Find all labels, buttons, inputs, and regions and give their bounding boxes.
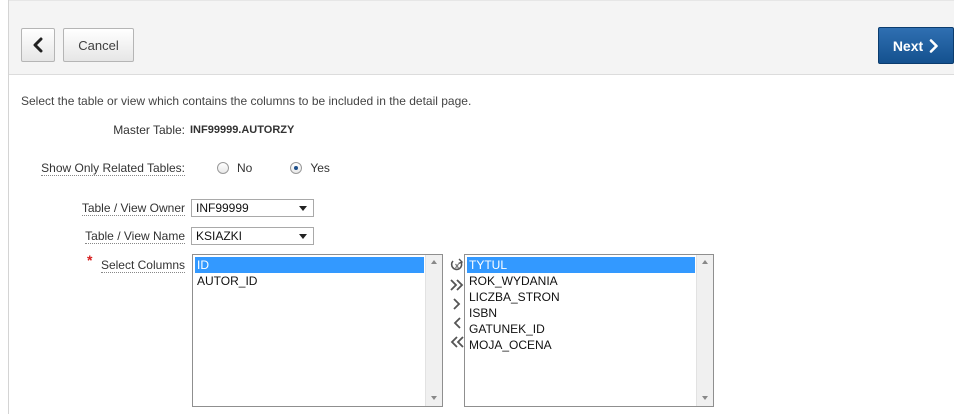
scroll-up-icon[interactable] — [431, 260, 437, 264]
radio-no-circle[interactable] — [217, 162, 229, 174]
selected-columns-list[interactable]: TYTUL ROK_WYDANIA LICZBA_STRON ISBN GATU… — [464, 254, 714, 407]
required-indicator: * — [87, 252, 93, 268]
master-table-value: INF99999.AUTORZY — [190, 124, 295, 136]
radio-no-label: No — [237, 161, 253, 175]
name-select[interactable]: KSIAZKI — [191, 227, 314, 245]
move-right-icon — [453, 297, 461, 310]
intro-text: Select the table or view which contains … — [21, 94, 472, 108]
radio-yes-circle[interactable] — [290, 162, 303, 174]
scroll-down-icon[interactable] — [702, 396, 708, 400]
list-item[interactable]: ROK_WYDANIA — [467, 273, 695, 289]
reset-icon — [450, 258, 464, 270]
available-columns-list[interactable]: ID AUTOR_ID — [192, 254, 443, 407]
chevron-left-icon — [33, 37, 43, 53]
wizard-header: Cancel Next — [9, 0, 954, 75]
scroll-down-icon[interactable] — [431, 396, 437, 400]
list-item[interactable]: TYTUL — [467, 257, 695, 273]
related-tables-radio-group: No Yes — [217, 161, 330, 175]
move-all-left-icon — [450, 335, 464, 348]
available-scrollbar[interactable] — [425, 255, 442, 406]
master-table-label: Master Table: — [113, 123, 185, 137]
selected-scrollbar[interactable] — [696, 255, 713, 406]
related-tables-label: Show Only Related Tables: — [41, 161, 185, 176]
list-item[interactable]: ID — [195, 257, 424, 273]
scroll-up-icon[interactable] — [702, 260, 708, 264]
move-all-right-icon — [450, 278, 464, 291]
owner-label: Table / View Owner — [81, 201, 185, 216]
list-item[interactable]: MOJA_OCENA — [467, 337, 695, 353]
list-item[interactable]: LICZBA_STRON — [467, 289, 695, 305]
owner-select[interactable]: INF99999 — [191, 199, 314, 217]
available-items: ID AUTOR_ID — [195, 257, 424, 289]
dropdown-arrow-icon — [299, 206, 307, 211]
next-button[interactable]: Next — [878, 27, 954, 64]
back-button[interactable] — [21, 28, 55, 62]
move-left-icon — [453, 316, 461, 329]
radio-yes[interactable]: Yes — [290, 161, 330, 175]
dropdown-arrow-icon — [299, 234, 307, 239]
list-item[interactable]: GATUNEK_ID — [467, 321, 695, 337]
list-item[interactable]: ISBN — [467, 305, 695, 321]
list-item[interactable]: AUTOR_ID — [195, 273, 424, 289]
name-select-value: KSIAZKI — [196, 229, 243, 243]
cancel-button[interactable]: Cancel — [63, 28, 134, 62]
chevron-right-icon — [929, 38, 939, 53]
radio-no[interactable]: No — [217, 161, 252, 175]
next-label: Next — [892, 37, 924, 54]
radio-yes-label: Yes — [310, 161, 330, 175]
selected-items: TYTUL ROK_WYDANIA LICZBA_STRON ISBN GATU… — [467, 257, 695, 353]
select-columns-label: Select Columns — [100, 258, 185, 273]
owner-select-value: INF99999 — [196, 201, 249, 215]
wizard-frame: Cancel Next Select the table or view whi… — [8, 0, 954, 414]
name-label: Table / View Name — [85, 229, 185, 244]
